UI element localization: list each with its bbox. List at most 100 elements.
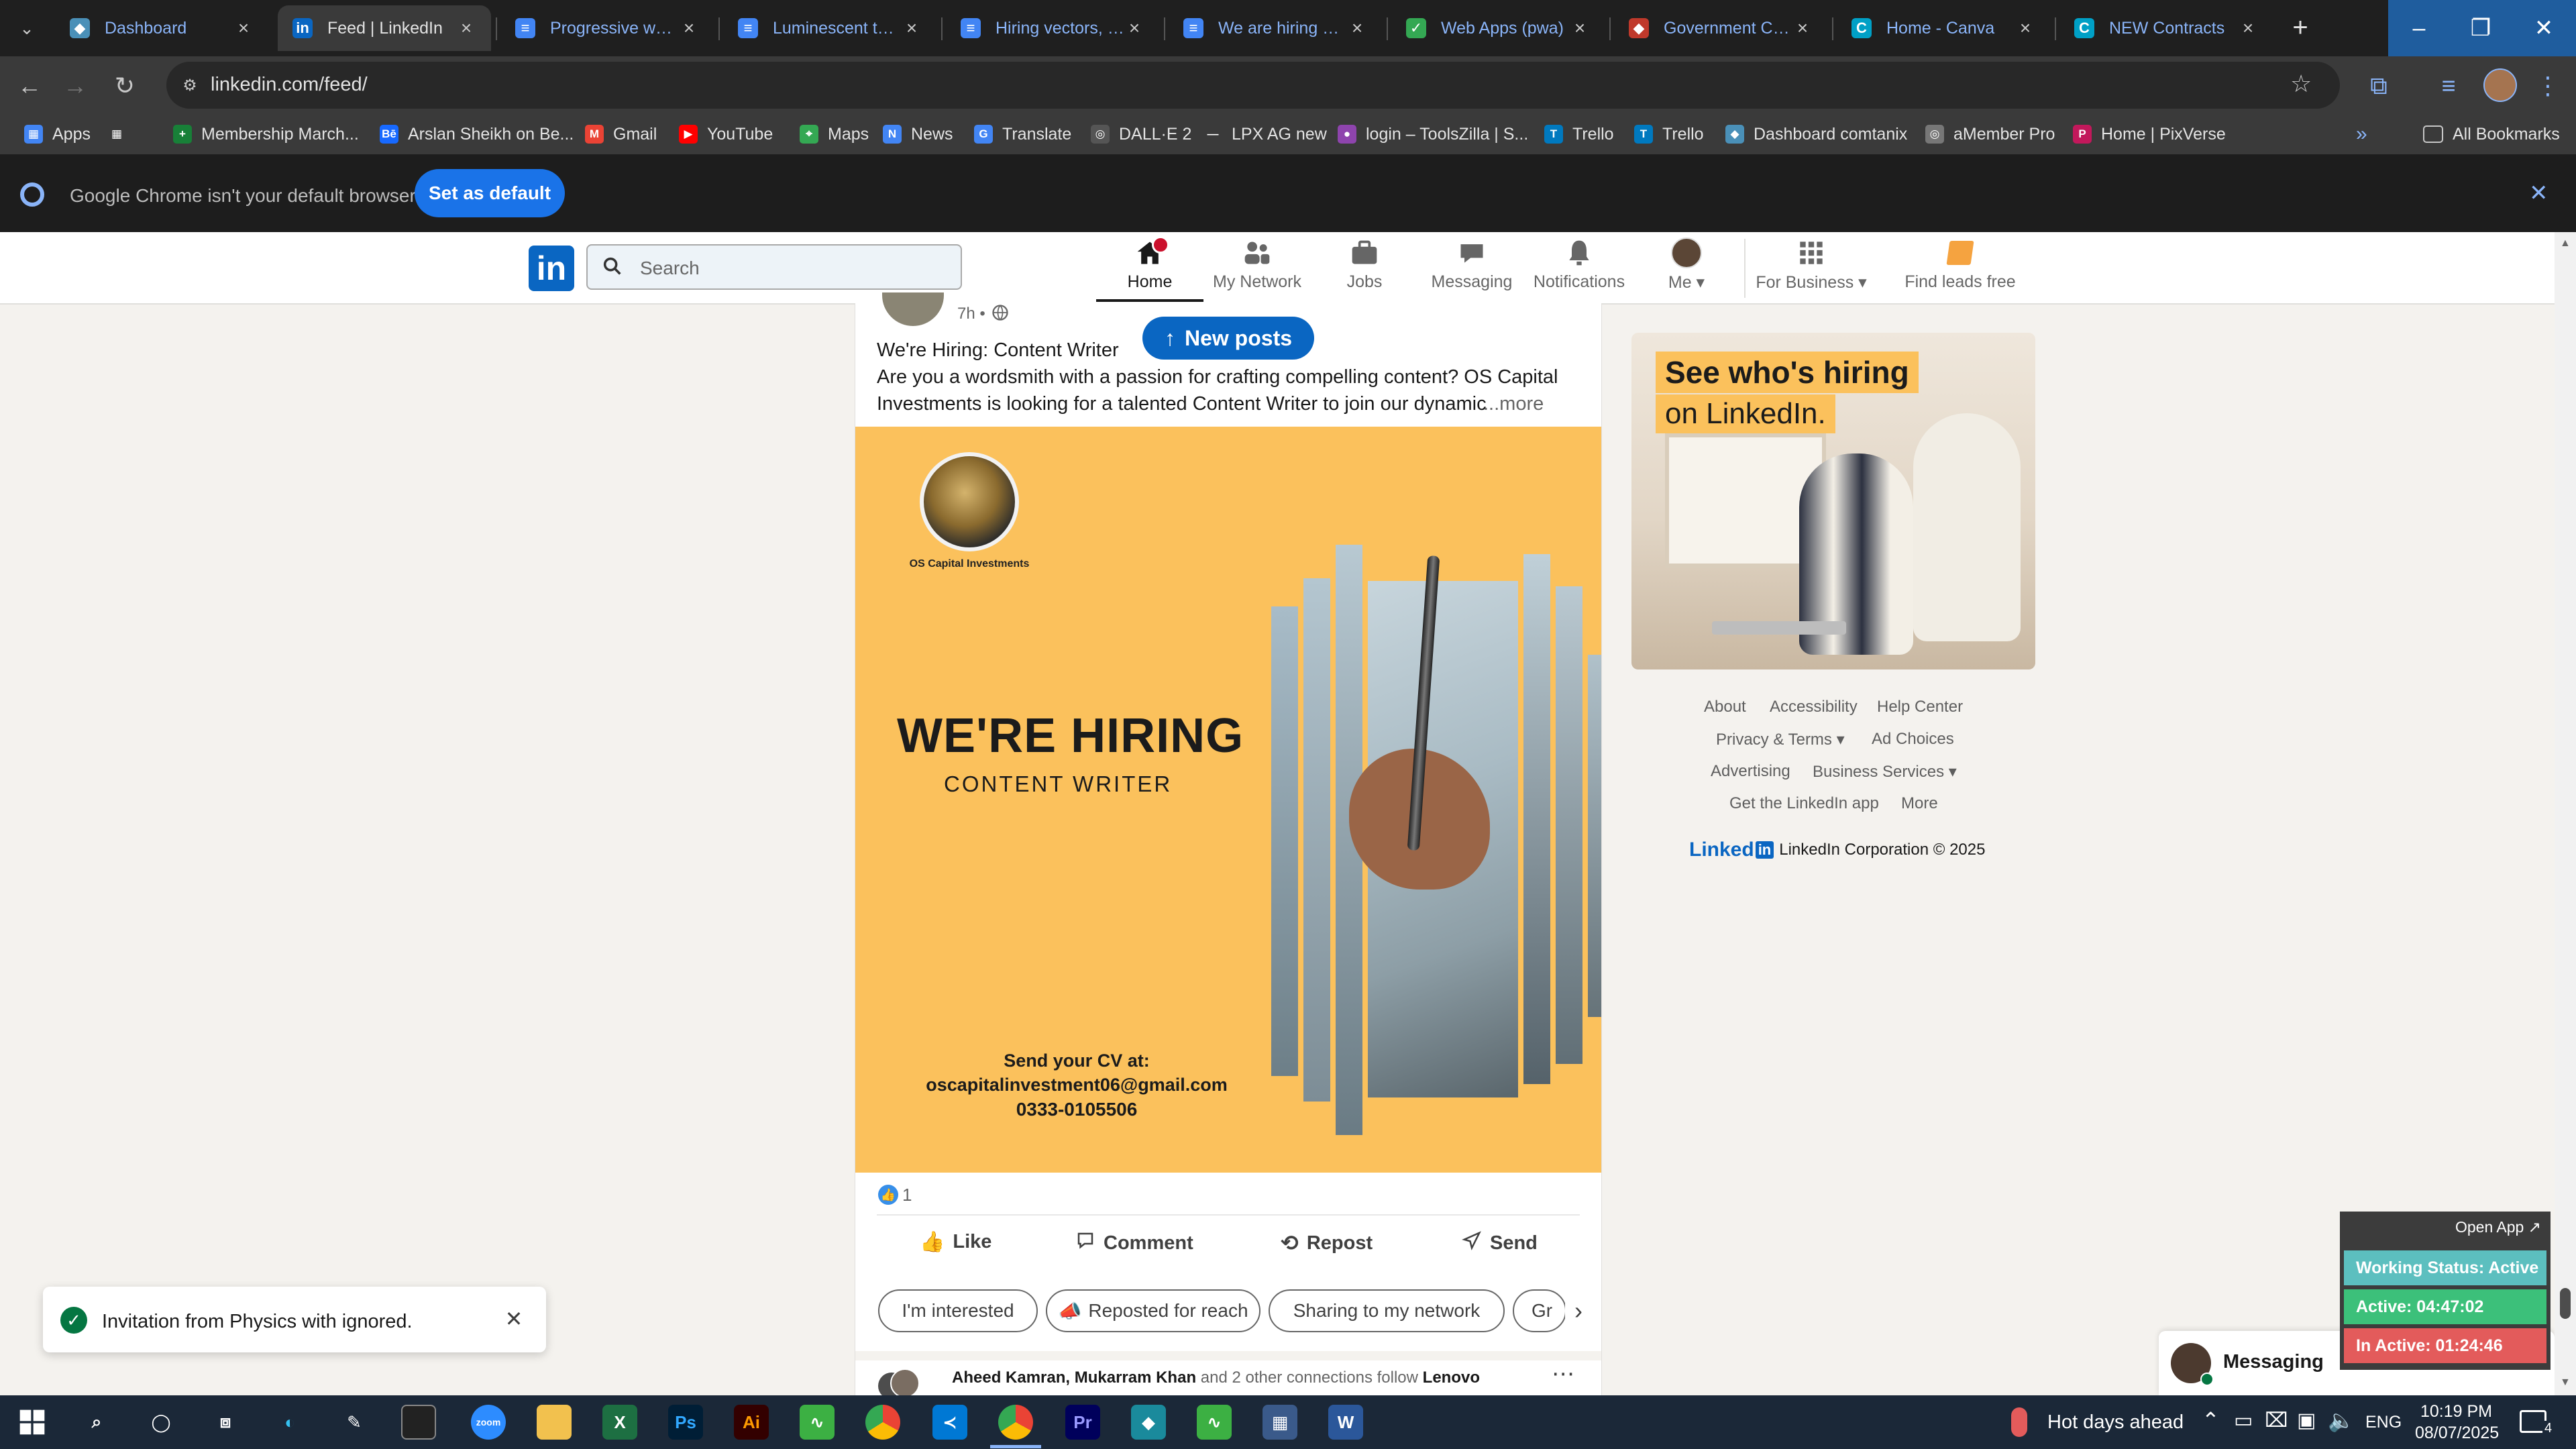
tab-close-icon[interactable]: × [456,17,476,39]
bookmark-item[interactable]: ▦ [107,121,136,148]
like-button[interactable]: 👍 Like [920,1230,991,1254]
green-app-2-icon[interactable]: ∿ [1197,1405,1232,1440]
search-box[interactable]: Search [586,244,962,290]
address-bar[interactable]: ⚙ linkedin.com/feed/ ☆ [166,62,2340,109]
bookmarks-overflow-icon[interactable]: » [2356,121,2367,148]
minimize-button[interactable]: – [2388,0,2450,56]
bookmark-item[interactable]: Bē Arslan Sheikh on Be... [380,121,574,148]
reaction-count[interactable]: 1 [902,1185,912,1205]
footer-link-advertising[interactable]: Advertising [1711,762,1790,781]
bookmark-item[interactable]: N News [883,121,953,148]
post-menu-icon[interactable]: ⋯ [1552,1360,1574,1387]
footer-link-privacy-terms[interactable]: Privacy & Terms ▾ [1716,730,1845,749]
tray-chevron-icon[interactable]: ⌃ [2202,1407,2220,1433]
nav-find-leads[interactable]: Find leads free [1900,236,2021,301]
media-controls-icon[interactable]: ≡ [2428,66,2469,106]
suggestion-chip[interactable]: Gr [1513,1289,1566,1332]
open-app-link[interactable]: Open App ↗ [2455,1218,2541,1236]
browser-tab[interactable]: ✓ Web Apps (pwa) × [1391,5,1605,51]
profile-avatar[interactable] [2483,68,2517,102]
see-more-link[interactable]: ...more [1483,393,1544,415]
footer-link-business-services[interactable]: Business Services ▾ [1813,762,1957,782]
nav-jobs[interactable]: Jobs [1311,236,1418,301]
tab-close-icon[interactable]: × [902,17,922,39]
tab-search-button[interactable]: ⌄ [12,13,42,43]
bookmark-item[interactable]: — LPX AG new [1203,121,1327,148]
footer-link-about[interactable]: About [1704,698,1746,716]
footer-link-help-center[interactable]: Help Center [1877,698,1963,716]
display-icon[interactable]: ▣ [2297,1409,2316,1432]
nav-for-business[interactable]: For Business ▾ [1756,236,1867,301]
close-toast-icon[interactable]: ✕ [499,1304,529,1334]
bookmark-item[interactable]: ▦ Apps [24,121,91,148]
tab-close-icon[interactable]: × [2015,17,2035,39]
illustrator-icon[interactable]: Ai [734,1405,769,1440]
browser-tab[interactable]: in Feed | LinkedIn × [278,5,491,51]
tab-close-icon[interactable]: × [679,17,699,39]
chrome-menu-icon[interactable]: ⋮ [2528,66,2568,106]
photoshop-icon[interactable]: Ps [668,1405,703,1440]
excel-icon[interactable]: X [602,1405,637,1440]
set-as-default-button[interactable]: Set as default [415,169,565,217]
bookmark-item[interactable]: T Trello [1634,121,1704,148]
terminal-icon[interactable] [401,1405,436,1440]
restore-button[interactable]: ❐ [2450,0,2512,56]
weather-text[interactable]: Hot days ahead [2047,1411,2184,1434]
vscode-icon[interactable]: ≺ [932,1405,967,1440]
forward-button[interactable]: → [55,66,95,106]
site-info-icon[interactable]: ⚙ [178,74,201,97]
bookmark-item[interactable]: ◆ Dashboard comtanix [1725,121,1907,148]
all-bookmarks-button[interactable]: All Bookmarks [2423,121,2560,148]
clock-date[interactable]: 08/07/2025 [2415,1424,2499,1443]
back-button[interactable]: ← [9,66,50,106]
bookmark-item[interactable]: G Translate [974,121,1071,148]
meet-icon[interactable]: ▭ [2234,1409,2253,1432]
suggestion-chip[interactable]: I'm interested [878,1289,1038,1332]
nav-home[interactable]: Home [1096,236,1203,301]
new-posts-button[interactable]: ↑ New posts [1142,317,1314,360]
bookmark-item[interactable]: ▶ YouTube [679,121,773,148]
tab-close-icon[interactable]: × [1347,17,1367,39]
chrome-icon[interactable] [865,1405,900,1440]
tab-close-icon[interactable]: × [233,17,254,39]
green-app-icon[interactable]: ∿ [800,1405,835,1440]
browser-tab[interactable]: ◆ Dashboard × [55,5,268,51]
bookmark-item[interactable]: T Trello [1544,121,1614,148]
browser-tab[interactable]: C NEW Contracts × [2059,5,2273,51]
task-view-icon[interactable]: ⧈ [208,1405,243,1440]
new-tab-button[interactable]: + [2284,11,2317,44]
scroll-up-arrow[interactable]: ▲ [2560,237,2571,250]
nav-me[interactable]: Me ▾ [1633,236,1740,301]
tab-close-icon[interactable]: × [1124,17,1144,39]
browser-tab[interactable]: ≡ Hiring vectors, photos× [946,5,1159,51]
browser-tab[interactable]: ◆ Government Contracts× [1614,5,1827,51]
footer-link-ad-choices[interactable]: Ad Choices [1872,730,1954,749]
footer-link-linkedin-app[interactable]: Get the LinkedIn app [1729,794,1879,813]
nav-my-network[interactable]: My Network [1203,236,1311,301]
like-reaction-icon[interactable]: 👍 [878,1185,898,1205]
start-button[interactable] [15,1405,50,1440]
footer-link-accessibility[interactable]: Accessibility [1770,698,1858,716]
teal-app-icon[interactable]: ◆ [1131,1405,1166,1440]
browser-tab[interactable]: ≡ Luminescent tech × [723,5,936,51]
close-window-button[interactable]: ✕ [2512,0,2576,56]
send-button[interactable]: Send [1462,1230,1538,1256]
browser-tab[interactable]: C Home - Canva × [1837,5,2050,51]
tab-close-icon[interactable]: × [1792,17,1813,39]
hiring-ad[interactable]: See who's hiring on LinkedIn. [1631,333,2035,669]
scroll-down-arrow[interactable]: ▼ [2560,1377,2571,1389]
nav-notifications[interactable]: Notifications [1525,236,1633,301]
reload-button[interactable]: ↻ [105,66,145,106]
bookmark-item[interactable]: P Home | PixVerse [2073,121,2226,148]
suggestion-chip[interactable]: Sharing to my network [1269,1289,1505,1332]
zoom-icon[interactable]: zoom [471,1405,506,1440]
repost-button[interactable]: ⟲ Repost [1281,1230,1373,1256]
cortana-icon[interactable]: ◯ [144,1405,178,1440]
bookmark-item[interactable]: ⌖ Maps [800,121,869,148]
bookmark-item[interactable]: + Membership March... [173,121,359,148]
close-infobar-icon[interactable]: ✕ [2529,180,2548,207]
premiere-icon[interactable]: Pr [1065,1405,1100,1440]
suggestion-chip[interactable]: 📣 Reposted for reach [1046,1289,1260,1332]
scrollbar-thumb[interactable] [2560,1288,2571,1319]
volume-icon[interactable]: 🔈 [2328,1407,2355,1433]
